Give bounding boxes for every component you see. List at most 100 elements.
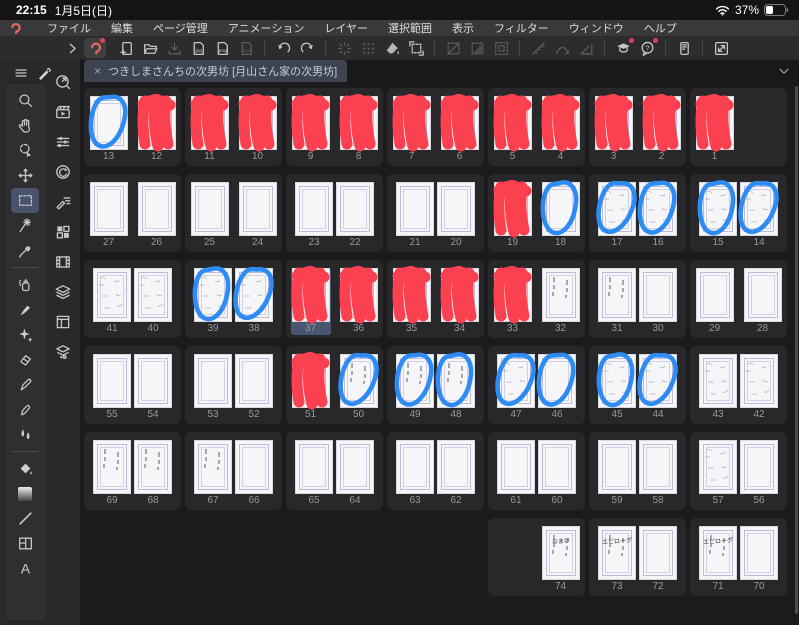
- page-thumbnail[interactable]: [493, 94, 531, 152]
- page-thumbnail[interactable]: [540, 180, 579, 236]
- window-resize-icon[interactable]: [709, 38, 733, 58]
- page-thumbnail[interactable]: [233, 266, 274, 321]
- page-spread-panel[interactable]: 27 26: [84, 174, 181, 252]
- page-spread-panel[interactable]: 55 54: [84, 346, 181, 424]
- page-thumbnail[interactable]: [236, 355, 272, 407]
- page-thumbnail[interactable]: [238, 94, 276, 152]
- page-thumbnail[interactable]: [296, 441, 332, 493]
- canvas-crop-icon[interactable]: [404, 38, 428, 58]
- folder-open-icon[interactable]: [138, 38, 162, 58]
- menu-item-4[interactable]: レイヤー: [314, 20, 378, 36]
- page-spread-panel[interactable]: 19 18: [488, 174, 585, 252]
- file-jpg-icon[interactable]: jpg: [186, 38, 210, 58]
- page-spread-panel[interactable]: 33 32: [488, 260, 585, 338]
- timeline-icon[interactable]: [49, 157, 77, 187]
- page-thumbnail[interactable]: [296, 183, 332, 235]
- frame-border-icon[interactable]: [11, 531, 39, 556]
- page-thumbnail[interactable]: [90, 183, 127, 235]
- page-spread-panel[interactable]: 54: [488, 88, 585, 166]
- eyedropper-icon[interactable]: [11, 238, 39, 263]
- app-logo-icon[interactable]: [84, 38, 106, 58]
- menu-item-0[interactable]: ファイル: [37, 20, 101, 36]
- page-thumbnail[interactable]: [695, 94, 733, 152]
- page-thumbnail[interactable]: [195, 441, 231, 493]
- eraser-icon[interactable]: [11, 347, 39, 372]
- menu-item-9[interactable]: ヘルプ: [634, 20, 687, 36]
- page-thumbnail[interactable]: [738, 180, 779, 235]
- page-spread-panel[interactable]: 17 16: [589, 174, 686, 252]
- page-spread-panel[interactable]: 76: [387, 88, 484, 166]
- page-thumbnail[interactable]: [397, 441, 433, 493]
- page-thumbnail[interactable]: [337, 352, 379, 407]
- page-thumbnail[interactable]: [493, 266, 531, 324]
- page-thumbnail[interactable]: [397, 183, 433, 235]
- page-spread-panel[interactable]: 29 28: [690, 260, 787, 338]
- blend-icon[interactable]: [11, 397, 39, 422]
- line-icon[interactable]: [11, 506, 39, 531]
- page-thumbnail[interactable]: [536, 352, 576, 407]
- correction-icon[interactable]: [49, 127, 77, 157]
- page-thumbnail[interactable]: おまけ: [542, 527, 579, 579]
- page-spread-panel[interactable]: 63 62: [387, 432, 484, 510]
- page-manager-icon[interactable]: [49, 307, 77, 337]
- page-thumbnail[interactable]: [337, 441, 373, 493]
- menu-item-6[interactable]: 表示: [442, 20, 484, 36]
- airbrush-icon[interactable]: [11, 272, 39, 297]
- wand-icon[interactable]: [11, 213, 39, 238]
- page-spread-panel[interactable]: 45 44: [589, 346, 686, 424]
- clapper-icon[interactable]: [49, 97, 77, 127]
- page-thumbnail[interactable]: [236, 441, 272, 493]
- hand-icon[interactable]: [11, 113, 39, 138]
- quick-access-icon[interactable]: [49, 67, 77, 97]
- fill-bucket-icon[interactable]: [11, 456, 39, 481]
- redo-icon[interactable]: [295, 38, 319, 58]
- page-spread-panel[interactable]: 37 36: [286, 260, 383, 338]
- page-thumbnail[interactable]: [637, 180, 677, 235]
- page-thumbnail[interactable]: [594, 94, 632, 152]
- page-spread-panel[interactable]: 39 38: [185, 260, 282, 338]
- page-thumbnail[interactable]: [435, 352, 474, 408]
- page-thumbnail[interactable]: [696, 269, 733, 321]
- page-thumbnail[interactable]: [192, 266, 231, 322]
- page-thumbnail[interactable]: [741, 355, 777, 407]
- page-spread-panel[interactable]: 53 52: [185, 346, 282, 424]
- page-thumbnail[interactable]: [339, 266, 377, 324]
- page-spread-panel[interactable]: 65 64: [286, 432, 383, 510]
- page-thumbnail[interactable]: [137, 94, 175, 152]
- page-thumbnail[interactable]: [498, 441, 534, 493]
- menu-item-5[interactable]: 選択範囲: [378, 20, 442, 36]
- vertical-scrollbar[interactable]: [795, 86, 798, 614]
- story-editor-icon[interactable]: [49, 187, 77, 217]
- text-icon[interactable]: A: [11, 556, 39, 581]
- palette-menu-icon[interactable]: [13, 65, 29, 81]
- document-tab[interactable]: × つきしまさんちの次男坊 [月山さん家の次男坊]: [84, 60, 348, 82]
- page-thumbnail[interactable]: [190, 94, 228, 152]
- page-spread-panel[interactable]: 47 46: [488, 346, 585, 424]
- layers-icon[interactable]: [49, 277, 77, 307]
- page-thumbnail[interactable]: [596, 352, 635, 408]
- help-bubble-icon[interactable]: ?: [635, 38, 659, 58]
- page-thumbnail[interactable]: [191, 183, 228, 235]
- decoration-icon[interactable]: [11, 322, 39, 347]
- page-thumbnail[interactable]: [637, 352, 678, 407]
- page-thumbnail[interactable]: [291, 352, 329, 410]
- page-thumbnail[interactable]: [339, 94, 377, 152]
- page-thumbnail[interactable]: [438, 183, 474, 235]
- page-spread-panel[interactable]: 32: [589, 88, 686, 166]
- page-spread-panel[interactable]: 61 60: [488, 432, 585, 510]
- page-spread-panel[interactable]: 23 22: [286, 174, 383, 252]
- page-spread-panel[interactable]: 98: [286, 88, 383, 166]
- page-thumbnail[interactable]: [539, 441, 575, 493]
- page-thumbnail[interactable]: [94, 355, 130, 407]
- page-thumbnail[interactable]: [392, 94, 430, 152]
- page-thumbnail[interactable]: [440, 94, 478, 152]
- page-thumbnail[interactable]: [138, 183, 175, 235]
- page-thumbnail[interactable]: [741, 527, 777, 579]
- operate-icon[interactable]: [11, 138, 39, 163]
- page-thumbnail[interactable]: [291, 94, 329, 152]
- page-thumbnail[interactable]: [596, 180, 637, 235]
- page-thumbnail[interactable]: [495, 352, 536, 407]
- page-thumbnail[interactable]: [700, 355, 736, 407]
- gradient-icon[interactable]: [11, 481, 39, 506]
- page-thumbnail[interactable]: [741, 441, 777, 493]
